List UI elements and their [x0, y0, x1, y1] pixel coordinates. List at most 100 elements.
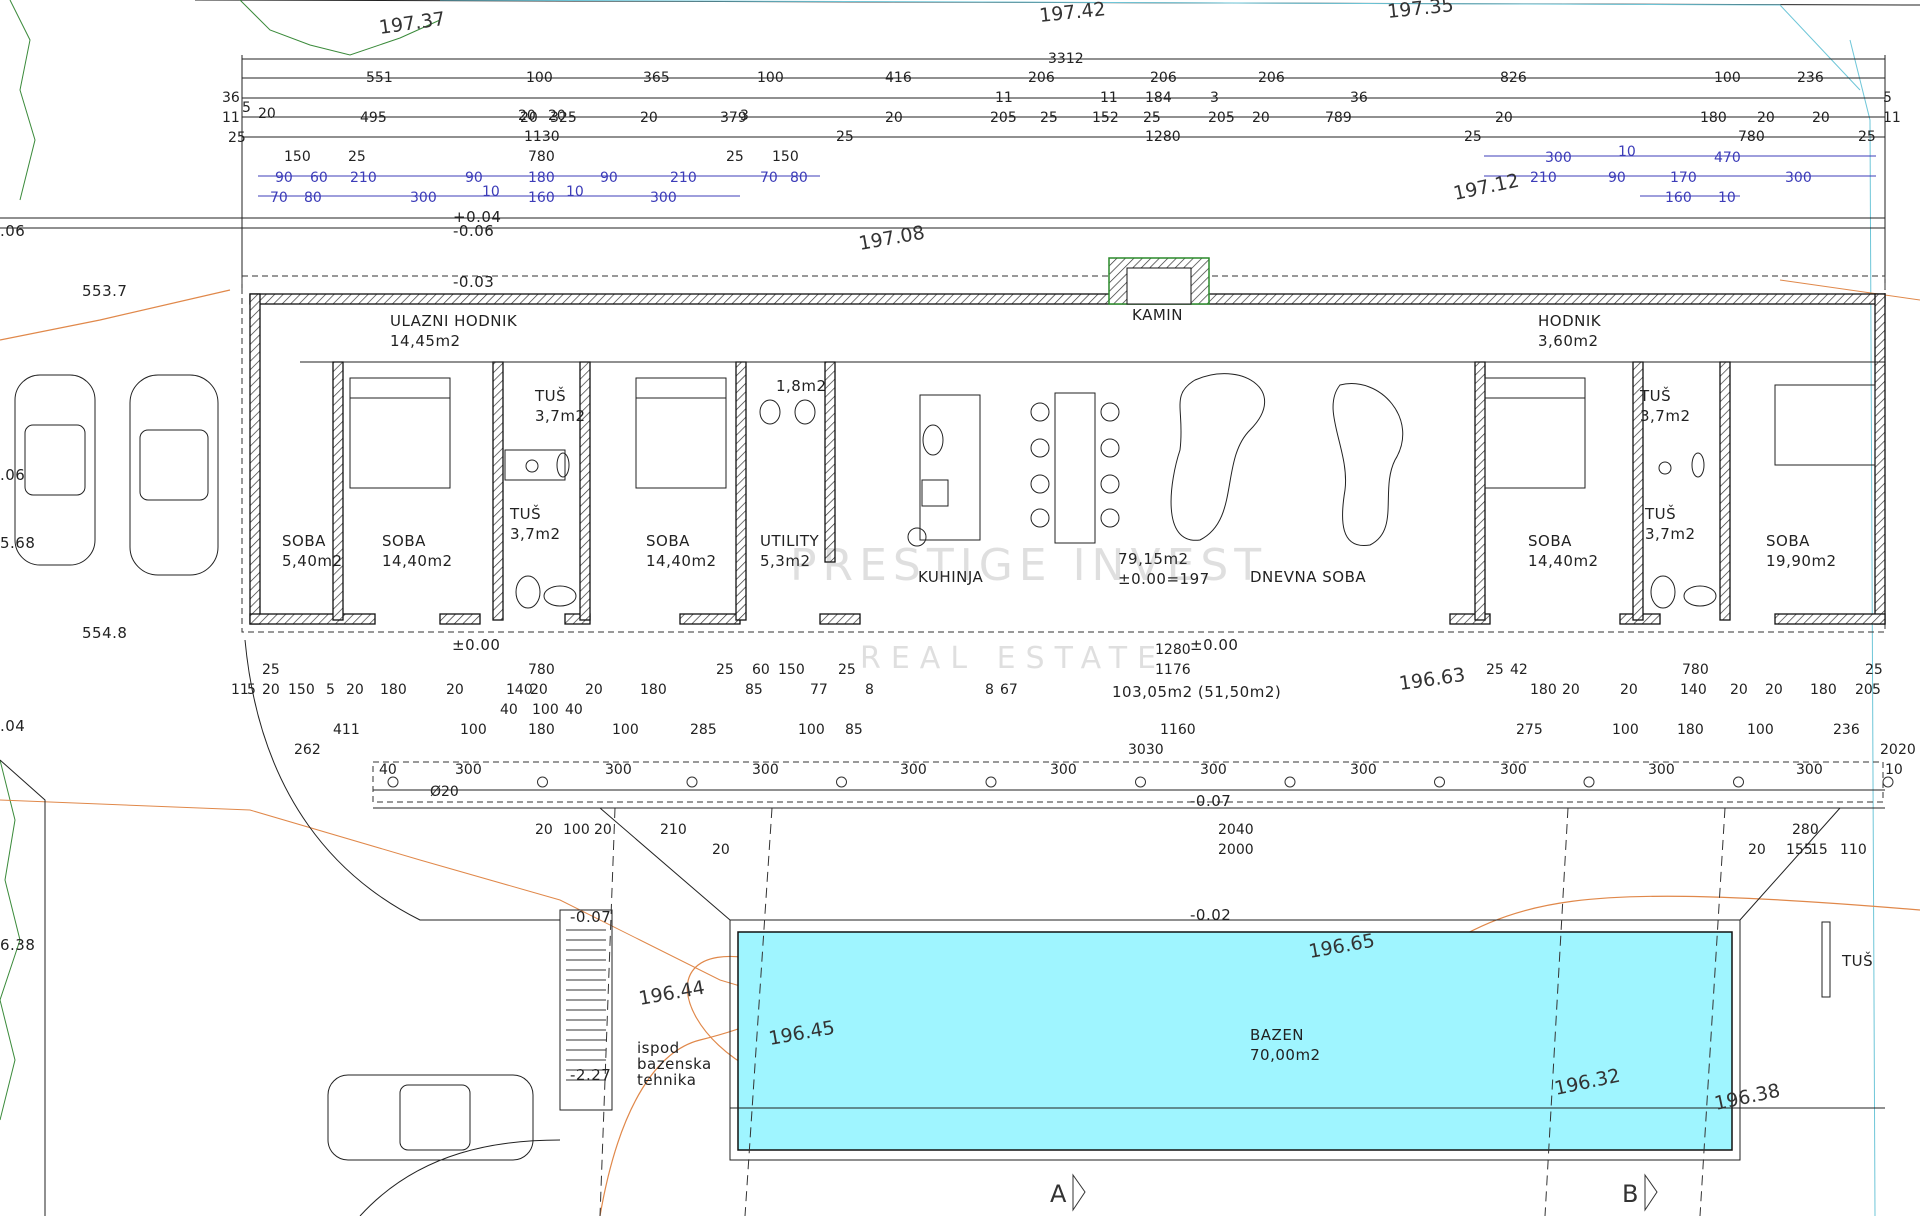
dim-small: 11 [995, 90, 1013, 106]
dim-r4: 262 [294, 742, 321, 758]
blue-dim: 10 [1618, 144, 1636, 160]
room-name: ULAZNI HODNIK [390, 312, 518, 330]
room-name: BAZEN [1250, 1026, 1304, 1044]
dim-r1: 150 [778, 662, 805, 678]
dim-row2: 205 [990, 110, 1017, 126]
blue-dim: 60 [310, 170, 328, 186]
edge-value: 6.38 [0, 936, 35, 954]
dim-r2: 67 [1000, 682, 1018, 698]
dim-row4: 150 [284, 149, 311, 165]
dim-r2: 20 [262, 682, 280, 698]
dim-r1: 25 [1486, 662, 1504, 678]
dim-r3: 411 [333, 722, 360, 738]
dim-small: 11 [1100, 90, 1118, 106]
blue-dim: 80 [790, 170, 808, 186]
dim-r2: 140 [1680, 682, 1707, 698]
pillar [1284, 776, 1296, 788]
dim-r6: 20 [1748, 842, 1766, 858]
dim-r2: 20 [346, 682, 364, 698]
car-left-2 [129, 374, 219, 576]
blue-dim: 90 [465, 170, 483, 186]
dim-r4: 20 [1880, 742, 1898, 758]
pillar [387, 776, 399, 788]
dim-r2: 5 [1872, 682, 1881, 698]
dim-r6: 15 [1810, 842, 1828, 858]
section-mark-b: B [1622, 1180, 1638, 1208]
room-name: TUŠ [509, 504, 541, 523]
dim-row4: 150 [772, 149, 799, 165]
dim-row3: 780 [1738, 129, 1765, 145]
room-name: TUŠ [534, 386, 566, 405]
dim-r2: 180 [1530, 682, 1557, 698]
dim-r2: 150 [288, 682, 315, 698]
dim-small: 3 [1210, 90, 1219, 106]
dim-r5: 300 [605, 762, 632, 778]
room-area: 3,7m2 [1645, 525, 1696, 543]
dim-small: 5 [242, 100, 251, 116]
watermark-subtitle: REAL ESTATE [860, 641, 1166, 676]
dim-r5: 300 [1500, 762, 1527, 778]
dim-r3: 285 [690, 722, 717, 738]
blue-dim: 10 [1718, 190, 1736, 206]
room-area: 14,40m2 [382, 552, 453, 570]
section-mark-a: A [1050, 1180, 1067, 1208]
dim-r2: 140 [506, 682, 533, 698]
dim-r1: 780 [1682, 662, 1709, 678]
dim-r2: 180 [640, 682, 667, 698]
dim-row1: 206 [1150, 70, 1177, 86]
dim-small: 3 [740, 108, 749, 124]
blue-dim: 300 [1545, 150, 1572, 166]
dim-row2: 152 [1092, 110, 1119, 126]
dim-r2: 20 [446, 682, 464, 698]
blue-dim: 160 [1665, 190, 1692, 206]
dim-r1: 25 [716, 662, 734, 678]
dim-row2: 20 [885, 110, 903, 126]
dim-row1b: 184 [1145, 90, 1172, 106]
dim-r2: 20 [1730, 682, 1748, 698]
dim-r1: 60 [752, 662, 770, 678]
room-area: 70,00m2 [1250, 1046, 1321, 1064]
room-area: 3,7m2 [1640, 407, 1691, 425]
dim-r5: 300 [1648, 762, 1675, 778]
dim-r3: 100 [1747, 722, 1774, 738]
dim-row2: 205 [1208, 110, 1235, 126]
pillar [686, 776, 698, 788]
dim-small: 20 [258, 106, 276, 122]
dim-r3: 1160 [1160, 722, 1196, 738]
dim-row4: 25 [348, 149, 366, 165]
dim-r3: 236 [1833, 722, 1860, 738]
dim-r1: 25 [262, 662, 280, 678]
blue-dim: 160 [528, 190, 555, 206]
dim-row1: 206 [1028, 70, 1055, 86]
dim-r5: 300 [752, 762, 779, 778]
elevation: 197.37 [378, 8, 447, 39]
dim-r2: 20 [1620, 682, 1638, 698]
edge-value: 5.68 [0, 534, 35, 552]
dim-r2: 85 [745, 682, 763, 698]
dim-row2: 25 [1143, 110, 1161, 126]
dim-r2: 20 [530, 682, 548, 698]
pillar [1434, 776, 1445, 788]
room-name: HODNIK [1538, 312, 1602, 330]
dim-r5: 300 [900, 762, 927, 778]
pillar [985, 776, 997, 788]
edge-value: 553.7 [82, 282, 127, 300]
room-area: 19,90m2 [1766, 552, 1837, 570]
dim-row4: 25 [726, 149, 744, 165]
pillar [836, 776, 847, 788]
dim-r3: 180 [1677, 722, 1704, 738]
room-area: 14,40m2 [646, 552, 717, 570]
room-name: SOBA [382, 532, 426, 550]
dim-overall: 3312 [1048, 51, 1084, 67]
elevation: 196.63 [1398, 664, 1467, 695]
dim-r2: 77 [810, 682, 828, 698]
room-area: 3,7m2 [535, 407, 586, 425]
dim-r3: 85 [845, 722, 863, 738]
ground-area: 103,05m2 (51,50m2) [1112, 683, 1281, 701]
pillar [1882, 776, 1894, 788]
room-name: SOBA [1528, 532, 1572, 550]
dim-r2: 20 [585, 682, 603, 698]
dim-small: 36 [1350, 90, 1368, 106]
dim-r5: 300 [455, 762, 482, 778]
dim-r6: 210 [660, 822, 687, 838]
